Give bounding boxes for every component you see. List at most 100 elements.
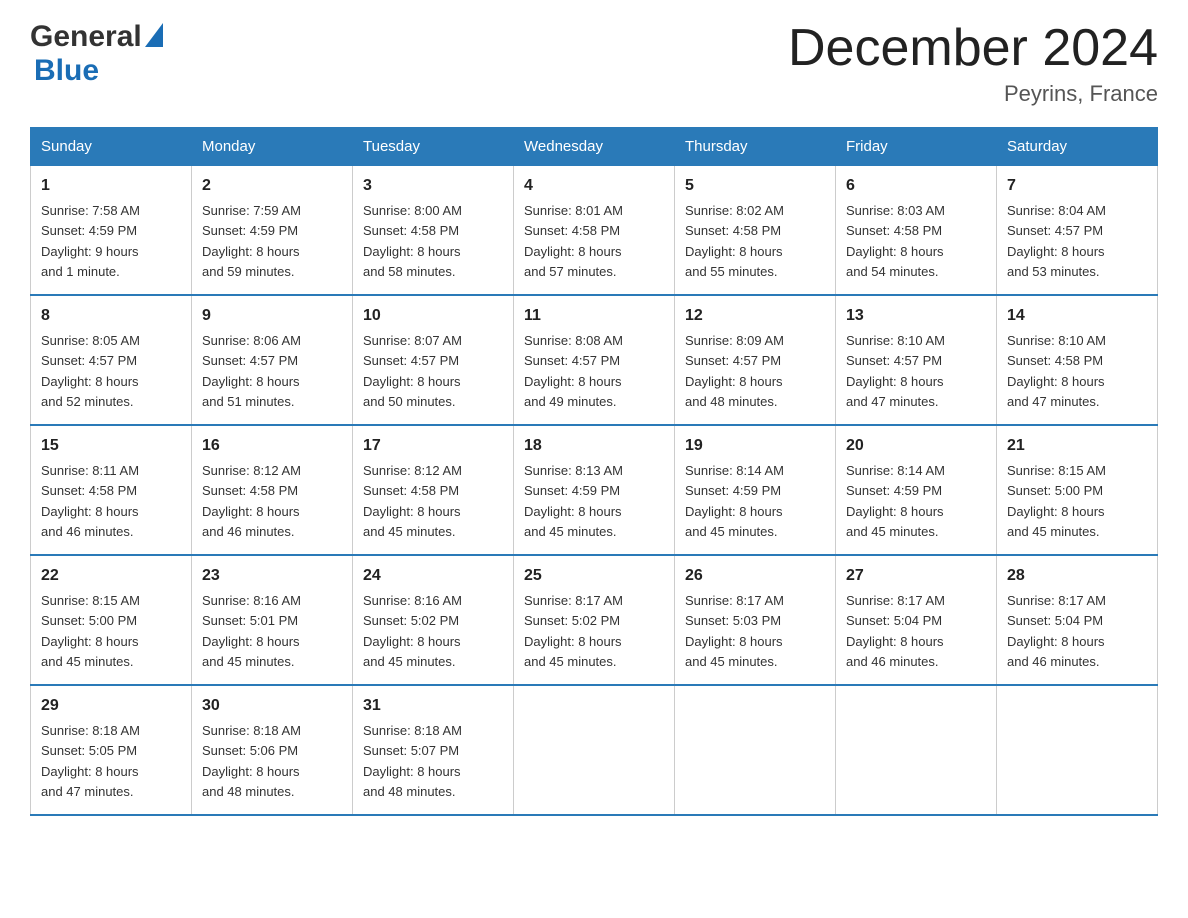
- day-number: 12: [685, 304, 825, 328]
- day-cell: 13 Sunrise: 8:10 AMSunset: 4:57 PMDayligh…: [836, 295, 997, 425]
- header-thursday: Thursday: [675, 128, 836, 166]
- day-info: Sunrise: 8:16 AMSunset: 5:02 PMDaylight:…: [363, 593, 462, 669]
- location-label: Peyrins, France: [788, 81, 1158, 107]
- day-number: 22: [41, 564, 181, 588]
- day-cell: 2Sunrise: 7:59 AMSunset: 4:59 PMDaylight…: [192, 166, 353, 296]
- day-info: Sunrise: 8:14 AMSunset: 4:59 PMDaylight:…: [685, 463, 784, 539]
- logo: General Blue: [30, 20, 163, 88]
- day-number: 21: [1007, 434, 1147, 458]
- day-cell: 20Sunrise: 8:14 AMSunset: 4:59 PMDayligh…: [836, 425, 997, 555]
- day-cell: [836, 685, 997, 815]
- day-info: Sunrise: 8:16 AMSunset: 5:01 PMDaylight:…: [202, 593, 301, 669]
- day-number: 9: [202, 304, 342, 328]
- day-info: Sunrise: 8:15 AMSunset: 5:00 PMDaylight:…: [1007, 463, 1106, 539]
- day-number: 11: [524, 304, 664, 328]
- week-row-4: 22Sunrise: 8:15 AMSunset: 5:00 PMDayligh…: [31, 555, 1158, 685]
- day-cell: [997, 685, 1158, 815]
- day-info: Sunrise: 8:17 AMSunset: 5:02 PMDaylight:…: [524, 593, 623, 669]
- day-cell: 24 Sunrise: 8:16 AMSunset: 5:02 PMDayligh…: [353, 555, 514, 685]
- day-info: Sunrise: 8:00 AMSunset: 4:58 PMDaylight:…: [363, 203, 462, 279]
- day-cell: 16Sunrise: 8:12 AMSunset: 4:58 PMDayligh…: [192, 425, 353, 555]
- day-cell: 21 Sunrise: 8:15 AMSunset: 5:00 PMDayligh…: [997, 425, 1158, 555]
- day-number: 30: [202, 694, 342, 718]
- day-cell: 3Sunrise: 8:00 AMSunset: 4:58 PMDaylight…: [353, 166, 514, 296]
- day-number: 6: [846, 174, 986, 198]
- header-sunday: Sunday: [31, 128, 192, 166]
- day-cell: 17 Sunrise: 8:12 AMSunset: 4:58 PMDayligh…: [353, 425, 514, 555]
- day-info: Sunrise: 8:18 AMSunset: 5:05 PMDaylight:…: [41, 723, 140, 799]
- day-cell: 15 Sunrise: 8:11 AMSunset: 4:58 PMDayligh…: [31, 425, 192, 555]
- day-info: Sunrise: 8:08 AMSunset: 4:57 PMDaylight:…: [524, 333, 623, 409]
- day-info: Sunrise: 8:14 AMSunset: 4:59 PMDaylight:…: [846, 463, 945, 539]
- day-cell: [675, 685, 836, 815]
- day-info: Sunrise: 8:07 AMSunset: 4:57 PMDaylight:…: [363, 333, 462, 409]
- day-info: Sunrise: 8:17 AMSunset: 5:04 PMDaylight:…: [1007, 593, 1106, 669]
- day-cell: 10 Sunrise: 8:07 AMSunset: 4:57 PMDayligh…: [353, 295, 514, 425]
- day-info: Sunrise: 8:18 AMSunset: 5:07 PMDaylight:…: [363, 723, 462, 799]
- week-row-5: 29 Sunrise: 8:18 AMSunset: 5:05 PMDayligh…: [31, 685, 1158, 815]
- day-info: Sunrise: 8:02 AMSunset: 4:58 PMDaylight:…: [685, 203, 784, 279]
- day-number: 7: [1007, 174, 1147, 198]
- calendar-table: SundayMondayTuesdayWednesdayThursdayFrid…: [30, 127, 1158, 816]
- header-saturday: Saturday: [997, 128, 1158, 166]
- week-row-2: 8 Sunrise: 8:05 AMSunset: 4:57 PMDaylight…: [31, 295, 1158, 425]
- day-info: Sunrise: 8:05 AMSunset: 4:57 PMDaylight:…: [41, 333, 140, 409]
- day-cell: 18 Sunrise: 8:13 AMSunset: 4:59 PMDayligh…: [514, 425, 675, 555]
- day-cell: 19Sunrise: 8:14 AMSunset: 4:59 PMDayligh…: [675, 425, 836, 555]
- title-section: December 2024 Peyrins, France: [788, 20, 1158, 107]
- day-info: Sunrise: 8:10 AMSunset: 4:57 PMDaylight:…: [846, 333, 945, 409]
- day-info: Sunrise: 8:06 AMSunset: 4:57 PMDaylight:…: [202, 333, 301, 409]
- day-cell: 23 Sunrise: 8:16 AMSunset: 5:01 PMDayligh…: [192, 555, 353, 685]
- day-number: 14: [1007, 304, 1147, 328]
- day-number: 28: [1007, 564, 1147, 588]
- day-number: 4: [524, 174, 664, 198]
- day-cell: 6 Sunrise: 8:03 AMSunset: 4:58 PMDaylight…: [836, 166, 997, 296]
- page-header: General Blue December 2024 Peyrins, Fran…: [30, 20, 1158, 107]
- day-cell: 25 Sunrise: 8:17 AMSunset: 5:02 PMDayligh…: [514, 555, 675, 685]
- header-tuesday: Tuesday: [353, 128, 514, 166]
- day-info: Sunrise: 8:11 AMSunset: 4:58 PMDaylight:…: [41, 463, 139, 539]
- day-cell: 14Sunrise: 8:10 AMSunset: 4:58 PMDayligh…: [997, 295, 1158, 425]
- day-info: Sunrise: 8:03 AMSunset: 4:58 PMDaylight:…: [846, 203, 945, 279]
- day-number: 8: [41, 304, 181, 328]
- day-info: Sunrise: 8:17 AMSunset: 5:03 PMDaylight:…: [685, 593, 784, 669]
- day-cell: 30 Sunrise: 8:18 AMSunset: 5:06 PMDayligh…: [192, 685, 353, 815]
- week-row-3: 15 Sunrise: 8:11 AMSunset: 4:58 PMDayligh…: [31, 425, 1158, 555]
- calendar-header-row: SundayMondayTuesdayWednesdayThursdayFrid…: [31, 128, 1158, 166]
- day-info: Sunrise: 8:13 AMSunset: 4:59 PMDaylight:…: [524, 463, 623, 539]
- day-info: Sunrise: 8:04 AMSunset: 4:57 PMDaylight:…: [1007, 203, 1106, 279]
- day-cell: 12Sunrise: 8:09 AMSunset: 4:57 PMDayligh…: [675, 295, 836, 425]
- day-number: 31: [363, 694, 503, 718]
- day-info: Sunrise: 8:18 AMSunset: 5:06 PMDaylight:…: [202, 723, 301, 799]
- day-cell: 4 Sunrise: 8:01 AMSunset: 4:58 PMDaylight…: [514, 166, 675, 296]
- day-number: 10: [363, 304, 503, 328]
- day-number: 15: [41, 434, 181, 458]
- day-info: Sunrise: 8:17 AMSunset: 5:04 PMDaylight:…: [846, 593, 945, 669]
- day-cell: 31 Sunrise: 8:18 AMSunset: 5:07 PMDayligh…: [353, 685, 514, 815]
- logo-general-text: General: [30, 20, 142, 54]
- day-number: 23: [202, 564, 342, 588]
- day-info: Sunrise: 8:12 AMSunset: 4:58 PMDaylight:…: [202, 463, 301, 539]
- day-number: 24: [363, 564, 503, 588]
- header-wednesday: Wednesday: [514, 128, 675, 166]
- logo-blue-text: Blue: [34, 54, 99, 87]
- day-cell: 8 Sunrise: 8:05 AMSunset: 4:57 PMDaylight…: [31, 295, 192, 425]
- day-number: 26: [685, 564, 825, 588]
- day-cell: 27Sunrise: 8:17 AMSunset: 5:04 PMDayligh…: [836, 555, 997, 685]
- day-number: 25: [524, 564, 664, 588]
- day-number: 13: [846, 304, 986, 328]
- day-number: 18: [524, 434, 664, 458]
- day-number: 17: [363, 434, 503, 458]
- day-number: 29: [41, 694, 181, 718]
- day-info: Sunrise: 7:58 AMSunset: 4:59 PMDaylight:…: [41, 203, 140, 279]
- logo-triangle-icon: [145, 23, 163, 47]
- day-cell: 1Sunrise: 7:58 AMSunset: 4:59 PMDaylight…: [31, 166, 192, 296]
- calendar-body: 1Sunrise: 7:58 AMSunset: 4:59 PMDaylight…: [31, 166, 1158, 816]
- week-row-1: 1Sunrise: 7:58 AMSunset: 4:59 PMDaylight…: [31, 166, 1158, 296]
- day-number: 5: [685, 174, 825, 198]
- day-cell: 11 Sunrise: 8:08 AMSunset: 4:57 PMDayligh…: [514, 295, 675, 425]
- day-info: Sunrise: 8:12 AMSunset: 4:58 PMDaylight:…: [363, 463, 462, 539]
- day-info: Sunrise: 8:01 AMSunset: 4:58 PMDaylight:…: [524, 203, 623, 279]
- day-number: 2: [202, 174, 342, 198]
- day-cell: 22Sunrise: 8:15 AMSunset: 5:00 PMDayligh…: [31, 555, 192, 685]
